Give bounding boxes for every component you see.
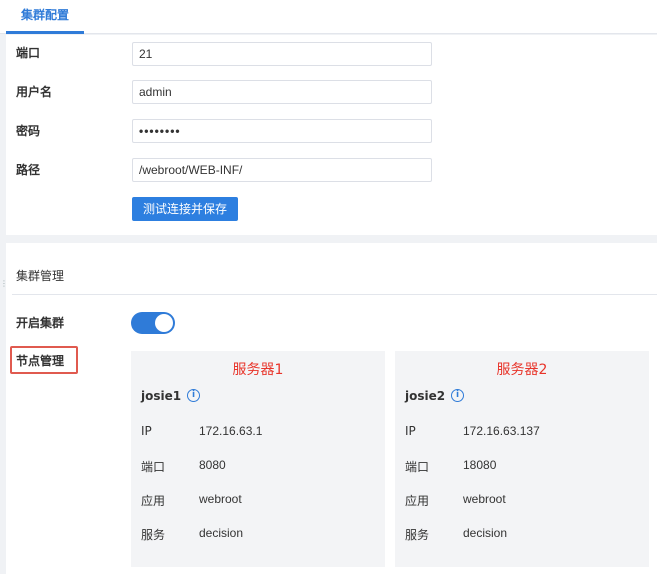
username-input[interactable]: admin (132, 80, 432, 104)
node-name: josie2 (405, 389, 446, 403)
app-value: webroot (463, 492, 506, 506)
info-icon[interactable]: i (451, 389, 464, 402)
service-label: 服务 (405, 528, 430, 542)
enable-cluster-toggle[interactable] (131, 312, 175, 334)
tab-active-indicator (6, 31, 84, 34)
section-divider (12, 294, 657, 295)
app-label: 应用 (405, 494, 430, 508)
port-input[interactable]: 21 (132, 42, 432, 66)
toggle-knob (155, 314, 173, 332)
info-icon[interactable]: i (187, 389, 200, 402)
test-and-save-button[interactable]: 测试连接并保存 (132, 197, 238, 221)
port-value: 8080 (199, 458, 226, 472)
section-title: 集群管理 (16, 269, 65, 283)
path-label: 路径 (16, 163, 41, 177)
service-value: decision (199, 526, 244, 540)
port-label: 端口 (16, 46, 41, 60)
ip-value: 172.16.63.1 (199, 424, 263, 438)
connection-form-panel: 端口 21 用户名 admin 密码 •••••••• 路径 /webroot/… (6, 35, 657, 235)
node-management-label: 节点管理 (16, 354, 65, 368)
password-input[interactable]: •••••••• (132, 119, 432, 143)
app-label: 应用 (141, 494, 166, 508)
server-card-2: 服务器2 josie2 i IP 172.16.63.137 端口 18080 … (395, 351, 649, 567)
node-name: josie1 (141, 389, 182, 403)
enable-cluster-label: 开启集群 (16, 316, 65, 330)
password-label: 密码 (16, 124, 41, 138)
port-value: 18080 (463, 458, 497, 472)
ip-label: IP (405, 424, 416, 438)
port-label: 端口 (141, 460, 166, 474)
tab-bar: 集群配置 (0, 0, 657, 34)
tab-cluster-config[interactable]: 集群配置 (6, 0, 84, 34)
server-title: 服务器1 (232, 362, 284, 378)
ip-value: 172.16.63.137 (463, 424, 540, 438)
service-value: decision (463, 526, 508, 540)
server-title: 服务器2 (496, 362, 548, 378)
ip-label: IP (141, 424, 152, 438)
port-label: 端口 (405, 460, 430, 474)
username-label: 用户名 (16, 85, 53, 99)
service-label: 服务 (141, 528, 166, 542)
path-input[interactable]: /webroot/WEB-INF/ (132, 158, 432, 182)
cluster-management-panel: 集群管理 开启集群 节点管理 服务器1 josie1 i IP 172.16.6… (6, 243, 657, 574)
drag-handle-icon[interactable]: ⋮ (0, 280, 8, 296)
app-value: webroot (199, 492, 242, 506)
server-card-1: 服务器1 josie1 i IP 172.16.63.1 端口 8080 应用 … (131, 351, 385, 567)
